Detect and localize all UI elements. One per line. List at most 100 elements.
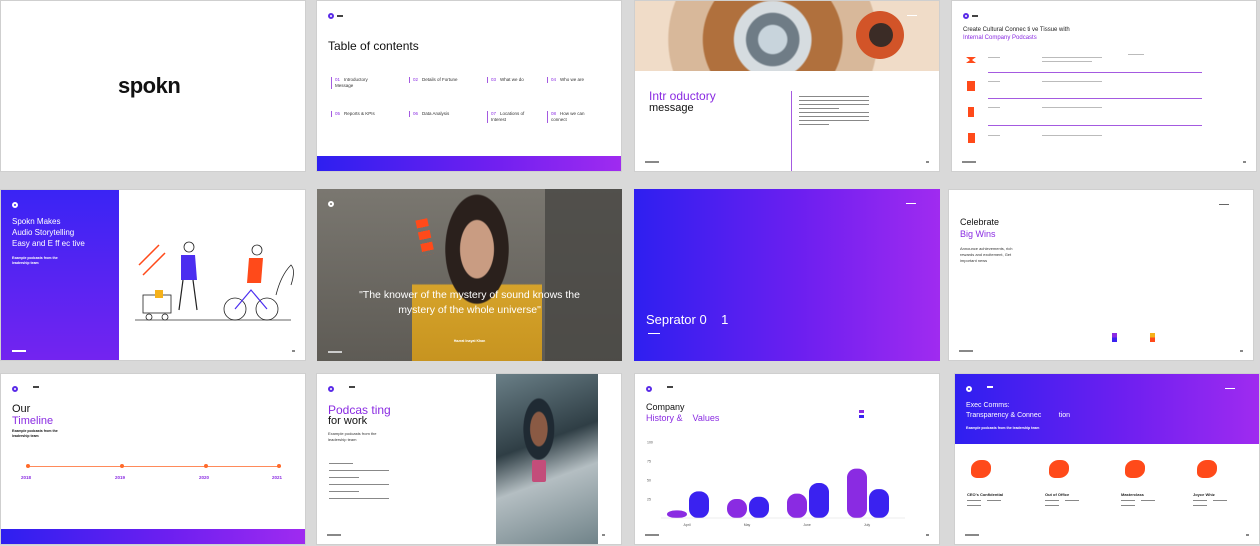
- logo-icon: [328, 386, 334, 392]
- slide-title-line1: Create Cultural Connec ti ve Tissue with: [963, 27, 1070, 33]
- slide-subtitle: Announce achievements, rich rewards and …: [960, 246, 1013, 263]
- toc-label: Data Analysis: [422, 111, 450, 116]
- logo-icon: [328, 13, 334, 19]
- icon-row-3: [968, 107, 974, 117]
- toc-item[interactable]: 01 Introductory Message: [331, 77, 381, 89]
- slide-title-line3: Easy and E ff ec tive: [12, 239, 85, 248]
- exec-item-label: Joyce Whiz: [1193, 492, 1215, 497]
- slide-subtitle: Example podcasts from the leadership tea…: [328, 431, 377, 442]
- timeline-year: 2019: [115, 475, 126, 480]
- toc-item[interactable]: 06 Data Analysis: [409, 111, 459, 117]
- slide-title-line2: Transparency & Connec tion: [966, 412, 1071, 419]
- logo-icon: [12, 386, 18, 392]
- toc-number: 03: [491, 77, 497, 82]
- people-illustration: [135, 241, 294, 321]
- slide-title-line1: Company: [646, 402, 685, 412]
- y-tick-label: 25: [647, 498, 651, 502]
- exec-item-label: Out of Office: [1045, 492, 1070, 497]
- slide-thumbnail-2[interactable]: Table of contents 01 Introductory Message…: [316, 0, 622, 172]
- slide-thumbnail-1[interactable]: spokn: [0, 0, 306, 172]
- slide-thumbnail-5[interactable]: Spokn Makes Audio Storytelling Easy and …: [0, 189, 306, 361]
- toc-label: How we can connect: [551, 111, 585, 122]
- slide-title-line1: Intr oductory: [649, 89, 716, 103]
- slide-title-line1: Celebrate: [960, 217, 1000, 227]
- slide-title-line2: History & Values: [646, 413, 720, 423]
- timeline-dot: [26, 464, 30, 468]
- slide-title-line2: message: [649, 102, 694, 114]
- megaphone-icon: [971, 460, 991, 478]
- bar: [809, 483, 829, 518]
- slide-title-line1: Our: [12, 403, 31, 415]
- chart-legend: [859, 410, 864, 418]
- slide-thumbnail-10[interactable]: Podcas ting for work Example podcasts fr…: [316, 373, 622, 545]
- woman-photo: [412, 189, 542, 361]
- megaphone-icon: [1049, 460, 1069, 478]
- x-tick-label: July: [864, 523, 870, 527]
- podcast-listener-photo: [496, 374, 598, 544]
- x-tick-label: June: [803, 523, 811, 527]
- separator-title: Seprator 0 1: [646, 312, 729, 327]
- megaphone-icon: [1125, 460, 1145, 478]
- toc-item[interactable]: 05 Reports & KPIs: [331, 111, 381, 117]
- slide-thumbnail-4[interactable]: Create Cultural Connec ti ve Tissue with…: [951, 0, 1257, 172]
- slide-thumbnail-3[interactable]: Intr oductory message: [634, 0, 940, 172]
- y-tick-label: 75: [647, 460, 651, 464]
- slide-subtitle: Example podcasts from the leadership tea…: [12, 256, 58, 265]
- slide-title: Table of contents: [328, 39, 419, 53]
- toc-number: 07: [491, 111, 497, 116]
- megaphone-icon: [1197, 460, 1217, 478]
- slide-title-line1: Exec Comms:: [966, 402, 1010, 409]
- toc-label: Who we are: [560, 77, 585, 82]
- toc-item[interactable]: 07 Locations of Interest: [487, 111, 537, 123]
- toc-item[interactable]: 04 Who we are: [547, 77, 597, 83]
- y-tick-label: 100: [647, 441, 653, 445]
- toc-number: 08: [551, 111, 557, 116]
- x-tick-label: April: [683, 523, 690, 527]
- timeline-year: 2018: [21, 475, 32, 480]
- icon-row-2: [967, 81, 975, 91]
- bar: [749, 496, 769, 518]
- slide-subtitle: Example podcasts from the leadership tea…: [966, 426, 1040, 430]
- quote-author: Hazrat Inayat Khan: [453, 339, 486, 343]
- slide-title-line2: Audio Storytelling: [12, 228, 75, 237]
- exec-item-label: Masterclass: [1121, 492, 1144, 497]
- logo-icon: [963, 13, 969, 19]
- toc-item[interactable]: 02 Details of Fortune: [409, 77, 459, 83]
- slide-title-line2: Timeline: [12, 415, 54, 427]
- slide-thumbnail-7[interactable]: Seprator 0 1: [634, 189, 940, 361]
- toc-number: 05: [335, 111, 341, 116]
- toc-number: 01: [335, 77, 341, 82]
- exec-item-label: CEO's Confidential: [967, 492, 1004, 497]
- timeline-dot: [120, 464, 124, 468]
- slide-thumbnail-11[interactable]: Company History & Values 100 75 50 25 April M…: [634, 373, 940, 545]
- timeline-year: 2021: [272, 475, 283, 480]
- y-tick-label: 50: [647, 479, 651, 483]
- slide-title-line2: for work: [328, 415, 368, 427]
- slide-title-line2: Internal Company Podcasts: [963, 35, 1037, 41]
- icon-row-4: [968, 133, 975, 143]
- timeline-dot: [277, 464, 281, 468]
- toc-item[interactable]: 08 How we can connect: [547, 111, 597, 123]
- toc-number: 06: [413, 111, 419, 116]
- bar: [847, 468, 867, 518]
- slide-thumbnail-8[interactable]: Celebrate Big Wins Announce achievements…: [948, 189, 1254, 361]
- bar: [869, 489, 889, 518]
- slide-thumbnail-12[interactable]: Exec Comms: Transparency & Connec tion E…: [954, 373, 1260, 545]
- timeline-year: 2020: [199, 475, 210, 480]
- slide-thumbnail-9[interactable]: Our Timeline Example podcasts from the l…: [0, 373, 306, 545]
- timeline-dot: [204, 464, 208, 468]
- slide-title-line2: Big Wins: [960, 229, 996, 239]
- slide-thumbnail-6[interactable]: "The knower of the mystery of sound know…: [317, 189, 622, 361]
- icon-row-1: [966, 57, 976, 63]
- toc-item[interactable]: 03 What we do: [487, 77, 537, 83]
- bar-chart: 100 75 50 25 April May June July: [647, 441, 905, 527]
- toc-label: What we do: [500, 77, 524, 82]
- brand-logo: spokn: [118, 73, 181, 98]
- slide-subtitle: Example podcasts from the leadership tea…: [12, 429, 58, 438]
- slide-title-line1: Spokn Makes: [12, 217, 61, 226]
- toc-number: 02: [413, 77, 419, 82]
- quote-text: "The knower of the mystery of sound know…: [359, 289, 580, 316]
- toc-number: 04: [551, 77, 557, 82]
- bar: [787, 493, 807, 518]
- bar: [727, 499, 747, 518]
